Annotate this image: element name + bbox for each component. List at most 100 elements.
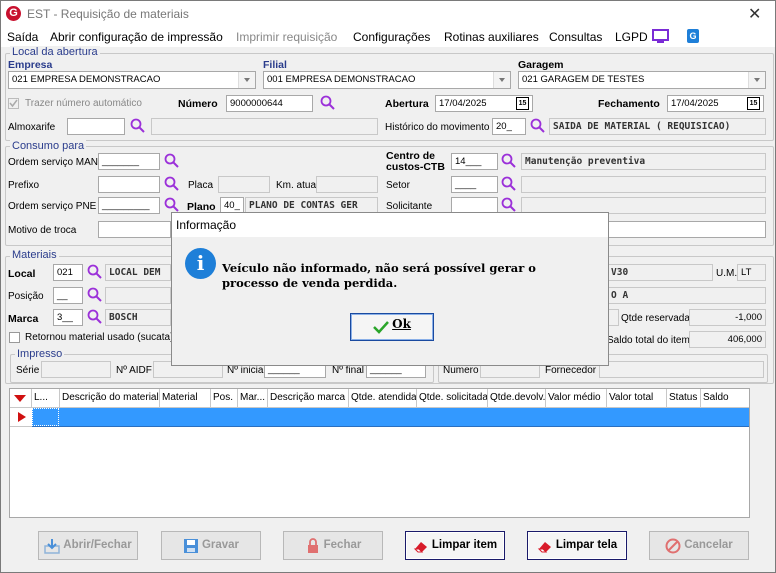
grid-col-valor-medio[interactable]: Valor médio bbox=[546, 389, 607, 408]
search-icon[interactable] bbox=[87, 287, 103, 303]
material-desc-right2: O A bbox=[607, 287, 766, 304]
limpar-item-button[interactable]: Limpar item bbox=[405, 531, 505, 560]
search-icon[interactable] bbox=[87, 264, 103, 280]
garagem-select[interactable]: 021 GARAGEM DE TESTES bbox=[518, 71, 766, 89]
search-icon[interactable] bbox=[87, 309, 103, 325]
saldo-total-label: Saldo total do item bbox=[607, 335, 690, 346]
menu-configuracoes[interactable]: Configurações bbox=[353, 30, 430, 44]
auto-number-label: Trazer número automático bbox=[25, 98, 142, 109]
motivo-desc[interactable] bbox=[601, 221, 766, 238]
abrir-fechar-button[interactable]: Abrir/Fechar bbox=[38, 531, 138, 560]
centro-code[interactable]: 14___ bbox=[451, 153, 498, 170]
posicao-field[interactable]: __ bbox=[53, 287, 83, 304]
historico-code[interactable]: 20_ bbox=[492, 118, 526, 135]
abertura-label: Abertura bbox=[385, 98, 429, 110]
calendar-icon[interactable]: 15 bbox=[747, 97, 760, 110]
cancelar-button[interactable]: Cancelar bbox=[649, 531, 749, 560]
menu-abrir-config[interactable]: Abrir configuração de impressão bbox=[50, 30, 223, 44]
monitor-icon[interactable] bbox=[652, 29, 669, 44]
main-window: G EST - Requisição de materiais ✕ Saída … bbox=[0, 0, 776, 573]
fechamento-label: Fechamento bbox=[598, 98, 660, 110]
marca-code[interactable]: 3__ bbox=[53, 309, 83, 326]
um-field: LT bbox=[737, 264, 766, 281]
menu-lgpd[interactable]: LGPD bbox=[615, 30, 648, 44]
dialog-title: Informação bbox=[176, 218, 237, 232]
numero-field[interactable]: 9000000644 bbox=[226, 95, 313, 112]
table-row[interactable] bbox=[32, 408, 749, 427]
saldo-total-field: 406,000 bbox=[689, 331, 766, 348]
um-label: U.M. bbox=[716, 268, 738, 279]
grid-col-marca[interactable]: Mar... bbox=[238, 389, 268, 408]
chevron-down-icon[interactable] bbox=[493, 72, 510, 88]
fechar-button[interactable]: Fechar bbox=[283, 531, 383, 560]
menu-consultas[interactable]: Consultas bbox=[549, 30, 602, 44]
grid-indicator-header bbox=[10, 389, 32, 408]
local-code[interactable]: 021 bbox=[53, 264, 83, 281]
filial-select[interactable]: 001 EMPRESA DEMONSTRACAO bbox=[263, 71, 511, 89]
setor-label: Setor bbox=[386, 180, 410, 191]
grid-col-material[interactable]: Material bbox=[160, 389, 211, 408]
local-label: Local bbox=[8, 268, 36, 280]
download-icon bbox=[44, 538, 61, 554]
search-icon[interactable] bbox=[530, 118, 546, 134]
save-icon bbox=[183, 538, 198, 553]
chevron-down-icon[interactable] bbox=[238, 72, 255, 88]
grid-col-descricao-marca[interactable]: Descrição marca bbox=[268, 389, 349, 408]
prefixo-field[interactable] bbox=[98, 176, 160, 193]
search-icon[interactable] bbox=[164, 197, 180, 213]
numero-label: Número bbox=[178, 98, 218, 110]
os-pne-field[interactable]: _________ bbox=[98, 197, 160, 214]
grid-col-saldo[interactable]: Saldo bbox=[701, 389, 749, 408]
almoxarife-desc bbox=[151, 118, 378, 135]
menu-bar: Saída Abrir configuração de impressão Im… bbox=[1, 27, 775, 47]
grid-col-l[interactable]: L... bbox=[32, 389, 60, 408]
close-icon[interactable]: ✕ bbox=[748, 4, 761, 24]
grid-col-qtde-solicitada[interactable]: Qtde. solicitada bbox=[417, 389, 488, 408]
ok-label: Ok bbox=[392, 317, 411, 331]
material-desc-right: V30 bbox=[607, 264, 713, 281]
empresa-select[interactable]: 021 EMPRESA DEMONSTRACAO bbox=[8, 71, 256, 89]
limpar-tela-button[interactable]: Limpar tela bbox=[527, 531, 627, 560]
search-icon[interactable] bbox=[501, 176, 517, 192]
grid-col-pos[interactable]: Pos. bbox=[211, 389, 238, 408]
os-man-label: Ordem serviço MAN bbox=[8, 157, 99, 168]
placa-label: Placa bbox=[188, 180, 214, 191]
setor-field[interactable]: ____ bbox=[451, 176, 498, 193]
km-label: Km. atual bbox=[276, 180, 319, 191]
calendar-icon[interactable]: 15 bbox=[516, 97, 529, 110]
eraser-icon bbox=[413, 541, 427, 552]
motivo-field[interactable] bbox=[98, 221, 171, 238]
local-desc: LOCAL DEM bbox=[105, 264, 171, 281]
auto-number-checkbox[interactable] bbox=[8, 98, 19, 109]
search-icon[interactable] bbox=[164, 176, 180, 192]
grid-col-status[interactable]: Status bbox=[667, 389, 701, 408]
grid-col-valor-total[interactable]: Valor total bbox=[607, 389, 667, 408]
search-icon[interactable] bbox=[320, 95, 336, 111]
almoxarife-field[interactable] bbox=[67, 118, 125, 135]
placa-field bbox=[218, 176, 270, 193]
menu-saida[interactable]: Saída bbox=[7, 30, 38, 44]
search-icon[interactable] bbox=[164, 153, 180, 169]
km-field bbox=[316, 176, 378, 193]
grid-col-descricao[interactable]: Descrição do material bbox=[60, 389, 160, 408]
search-icon[interactable] bbox=[501, 153, 517, 169]
materiais-title: Materiais bbox=[10, 249, 59, 261]
gravar-button[interactable]: Gravar bbox=[161, 531, 261, 560]
items-grid[interactable]: L... Descrição do material Material Pos.… bbox=[9, 388, 750, 518]
ok-button[interactable]: Ok bbox=[350, 313, 434, 341]
svg-text:G: G bbox=[689, 31, 696, 41]
search-icon[interactable] bbox=[130, 118, 146, 134]
retornou-checkbox[interactable] bbox=[9, 332, 20, 343]
chevron-down-icon[interactable] bbox=[748, 72, 765, 88]
grid-col-qtde-devolv[interactable]: Qtde.devolv. bbox=[488, 389, 546, 408]
table-cell-focus bbox=[32, 408, 59, 426]
check-icon bbox=[373, 321, 390, 334]
filial-label: Filial bbox=[263, 59, 287, 71]
grid-col-qtde-atendida[interactable]: Qtde. atendida bbox=[349, 389, 417, 408]
menu-rotinas[interactable]: Rotinas auxiliares bbox=[444, 30, 539, 44]
book-icon[interactable]: G bbox=[686, 28, 700, 44]
solicitante-label: Solicitante bbox=[386, 201, 433, 212]
search-icon[interactable] bbox=[501, 197, 517, 213]
os-man-field[interactable]: _______ bbox=[98, 153, 160, 170]
historico-label: Histórico do movimento bbox=[385, 122, 490, 133]
